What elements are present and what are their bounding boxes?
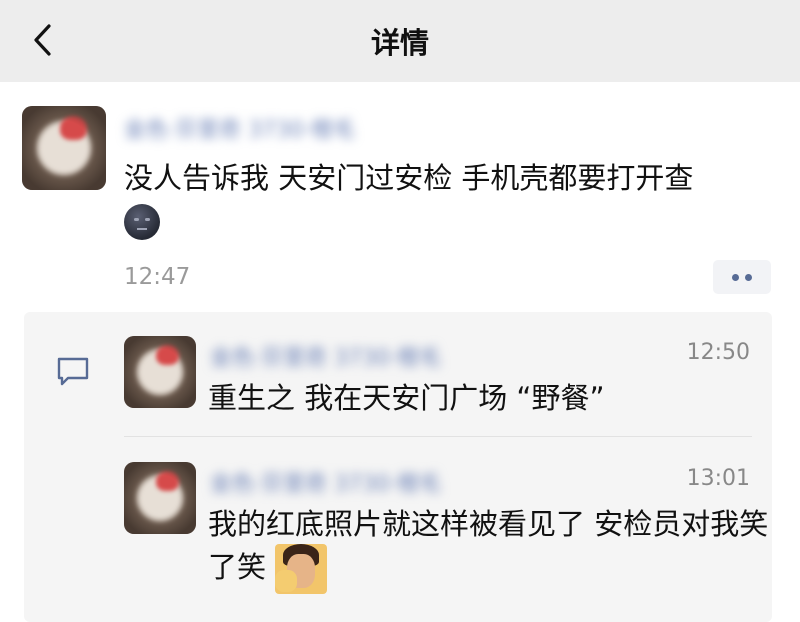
- comment-text: 重生之 我在天安门广场 “野餐”: [208, 381, 605, 415]
- facepalm-icon: [275, 544, 328, 594]
- post-text: 没人告诉我 天安门过安检 手机壳都要打开查: [124, 161, 694, 195]
- page-title: 详情: [370, 26, 429, 60]
- comments-section: 金色·芬里奇 3730·橙毛 12:50 重生之 我在天安门广场 “野餐” 金色…: [24, 312, 772, 622]
- comment-text-line2: 了笑: [208, 544, 328, 594]
- post-time: 12:47: [124, 264, 191, 290]
- moment-post: 金色·芬里奇 3730·橙毛 没人告诉我 天安门过安检 手机壳都要打开查 12:…: [0, 82, 800, 622]
- ellipsis-icon: [732, 274, 739, 281]
- comment-time: 13:01: [686, 466, 750, 491]
- new-moon-face-icon: [124, 204, 160, 240]
- divider: [124, 436, 752, 437]
- post-emoji: [124, 204, 160, 240]
- comment-text: 我的红底照片就这样被看见了 安检员对我笑: [208, 507, 769, 541]
- comment-time: 12:50: [686, 340, 750, 365]
- author-name[interactable]: 金色·芬里奇 3730·橙毛: [124, 112, 355, 143]
- comment-author[interactable]: 金色·芬里奇 3730·橙毛: [210, 340, 441, 371]
- top-nav-bar: 详情: [0, 0, 800, 82]
- comment-text-tail: 了笑: [208, 550, 267, 584]
- more-actions-button[interactable]: [713, 260, 771, 294]
- comment-avatar[interactable]: [124, 336, 196, 408]
- comment-author[interactable]: 金色·芬里奇 3730·橙毛: [210, 466, 441, 497]
- author-avatar[interactable]: [22, 106, 106, 190]
- comment-avatar[interactable]: [124, 462, 196, 534]
- ellipsis-icon-dot: [745, 274, 752, 281]
- comment-icon: [57, 357, 89, 386]
